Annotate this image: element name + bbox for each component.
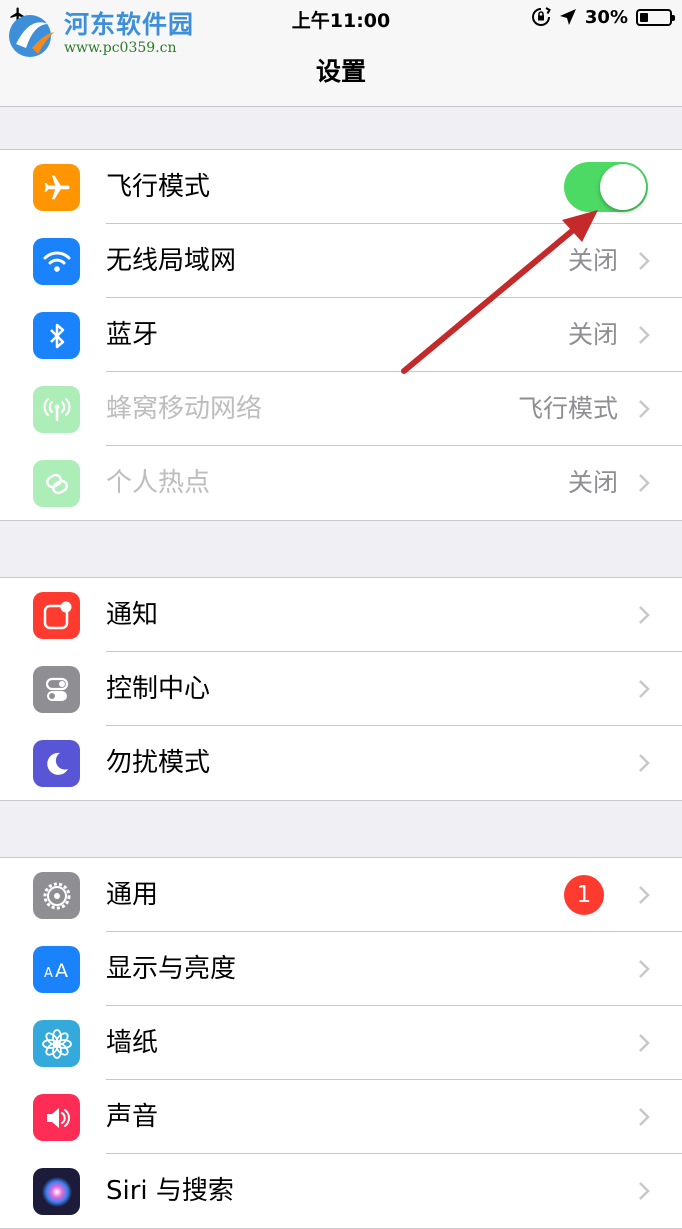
battery-percent: 30% — [584, 6, 628, 28]
settings-row-sounds[interactable]: 声音 — [0, 1080, 682, 1154]
battery-fill — [640, 12, 649, 22]
battery-icon — [636, 8, 675, 26]
airplane-mode-toggle[interactable] — [564, 162, 648, 212]
settings-row-notifications[interactable]: 通知 — [0, 578, 682, 652]
chevron-right-icon — [639, 400, 650, 418]
control-center-icon — [33, 666, 80, 713]
bluetooth-icon — [33, 312, 80, 359]
row-label: 无线局域网 — [106, 246, 237, 276]
hotspot-icon — [33, 460, 80, 507]
wifi-icon — [33, 238, 80, 285]
chevron-right-icon — [639, 1182, 650, 1200]
wallpaper-icon — [33, 1020, 80, 1067]
row-label: 蜂窝移动网络 — [106, 394, 263, 424]
chevron-right-icon — [639, 1108, 650, 1126]
row-value: 关闭 — [567, 320, 618, 349]
settings-row-bluetooth[interactable]: 蓝牙 关闭 — [0, 298, 682, 372]
chevron-right-icon — [639, 680, 650, 698]
row-label: 显示与亮度 — [106, 954, 237, 984]
chevron-right-icon — [639, 252, 650, 270]
moon-icon — [33, 740, 80, 787]
sound-icon — [33, 1094, 80, 1141]
chevron-right-icon — [639, 1034, 650, 1052]
notification-icon — [33, 592, 80, 639]
chevron-right-icon — [639, 754, 650, 772]
chevron-right-icon — [639, 960, 650, 978]
row-value: 关闭 — [567, 246, 618, 275]
row-label: 个人热点 — [106, 468, 211, 498]
row-label: 声音 — [106, 1102, 159, 1132]
connectivity-group: 飞行模式 无线局域网 关闭 蓝牙 关闭 蜂窝移动网络 飞行模式 个人热点 关闭 — [0, 149, 682, 521]
settings-row-siri[interactable]: Siri 与搜索 — [0, 1154, 682, 1228]
chevron-right-icon — [639, 326, 650, 344]
location-icon — [559, 8, 577, 26]
chevron-right-icon — [639, 474, 650, 492]
orientation-lock-icon — [531, 7, 551, 27]
settings-row-do-not-disturb[interactable]: 勿扰模式 — [0, 726, 682, 800]
gear-icon — [33, 872, 80, 919]
row-label: Siri 与搜索 — [106, 1176, 234, 1206]
settings-row-wifi[interactable]: 无线局域网 关闭 — [0, 224, 682, 298]
settings-row-control-center[interactable]: 控制中心 — [0, 652, 682, 726]
cellular-icon — [33, 386, 80, 433]
toggle-knob — [600, 164, 646, 210]
general-group: 通用 1 AA 显示与亮度 墙纸 声音 Siri 与搜索 — [0, 857, 682, 1229]
row-label: 控制中心 — [106, 674, 211, 704]
settings-row-display[interactable]: AA 显示与亮度 — [0, 932, 682, 1006]
svg-text:A: A — [44, 966, 53, 981]
row-label: 通用 — [106, 880, 159, 910]
settings-row-cellular[interactable]: 蜂窝移动网络 飞行模式 — [0, 372, 682, 446]
system-group: 通知 控制中心 勿扰模式 — [0, 577, 682, 801]
airplane-icon — [33, 164, 80, 211]
display-icon: AA — [33, 946, 80, 993]
row-label: 墙纸 — [106, 1028, 159, 1058]
row-label: 蓝牙 — [106, 320, 159, 350]
row-label: 勿扰模式 — [106, 748, 211, 778]
navigation-header: 河东软件园 www.pc0359.cn 上午11:00 30% 设置 — [0, 0, 682, 107]
row-value: 关闭 — [567, 468, 618, 497]
row-label: 通知 — [106, 600, 159, 630]
settings-row-wallpaper[interactable]: 墙纸 — [0, 1006, 682, 1080]
settings-row-airplane-mode[interactable]: 飞行模式 — [0, 150, 682, 224]
update-badge: 1 — [564, 875, 604, 915]
chevron-right-icon — [639, 886, 650, 904]
row-label: 飞行模式 — [106, 172, 211, 202]
svg-text:A: A — [55, 960, 68, 982]
chevron-right-icon — [639, 606, 650, 624]
row-value: 飞行模式 — [517, 394, 618, 423]
siri-icon — [33, 1168, 80, 1215]
status-right: 30% — [531, 5, 675, 29]
page-title: 设置 — [315, 57, 366, 86]
settings-row-hotspot[interactable]: 个人热点 关闭 — [0, 446, 682, 520]
settings-row-general[interactable]: 通用 1 — [0, 858, 682, 932]
